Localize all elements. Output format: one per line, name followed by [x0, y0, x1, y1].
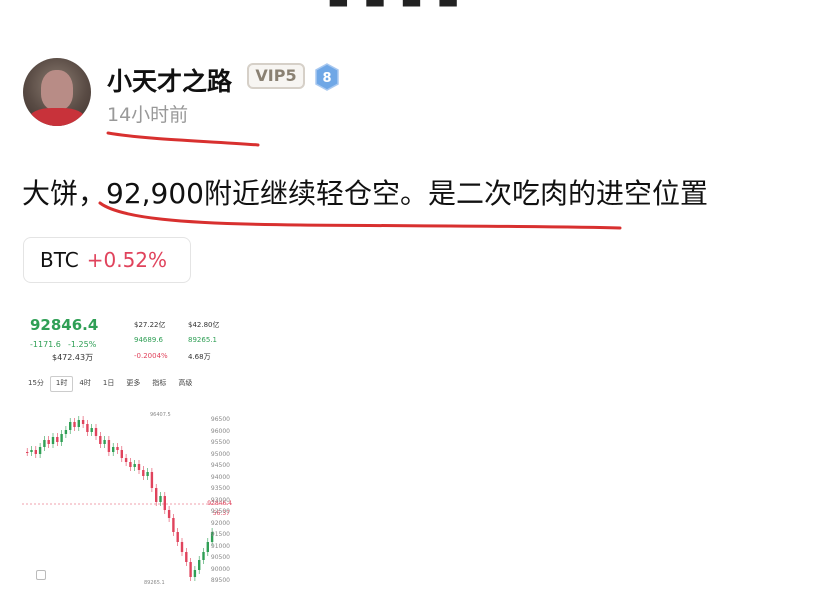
- candle-body: [64, 430, 68, 434]
- candle-body: [47, 440, 50, 444]
- y-axis-tick: 94000: [210, 473, 230, 481]
- level-badge-icon: 8: [313, 63, 341, 91]
- ticker-symbol: BTC: [40, 248, 79, 272]
- chart-timeframe-tabs: 15分 1时 4时 1日 更多 指标 高级: [22, 376, 234, 392]
- candle-body: [159, 496, 162, 502]
- chart-low-marker: 89265.1: [144, 580, 165, 586]
- candle-body: [99, 436, 102, 444]
- username[interactable]: 小天才之路: [107, 62, 232, 98]
- candle-body: [103, 440, 106, 444]
- candle-body: [137, 464, 141, 470]
- candle-body: [112, 447, 115, 452]
- candle-body: [133, 464, 136, 467]
- candle-body: [30, 450, 33, 452]
- avatar-face: [41, 70, 73, 110]
- candle-body: [189, 562, 192, 577]
- y-axis-tick: 92000: [210, 519, 230, 527]
- candle-body: [51, 437, 55, 444]
- candle-body: [69, 422, 72, 430]
- fullscreen-icon[interactable]: [36, 570, 46, 580]
- vip-badge: VIP5: [247, 63, 305, 89]
- y-axis-tick: 93500: [210, 485, 230, 492]
- avatar[interactable]: [23, 58, 91, 126]
- tab-1d[interactable]: 1日: [97, 376, 120, 392]
- tab-15m[interactable]: 15分: [22, 376, 50, 392]
- chart-stat-rate: -0.2004%: [134, 352, 168, 360]
- candle-body: [198, 560, 201, 570]
- timestamp: 14小时前: [107, 104, 189, 126]
- candle-body: [38, 447, 42, 454]
- y-axis-tick: 94500: [210, 462, 230, 469]
- candle-body: [155, 488, 158, 502]
- avatar-shirt: [29, 108, 85, 126]
- candle-body: [34, 450, 37, 454]
- y-axis-tick: 92500: [210, 508, 230, 515]
- y-axis-tick: 96500: [210, 416, 230, 423]
- y-axis-tick: 91000: [210, 542, 230, 550]
- chart-stat-market-cap: $42.80亿: [188, 321, 220, 329]
- y-axis-tick: 95500: [210, 439, 230, 446]
- candle-body: [90, 428, 93, 432]
- candle-body: [26, 452, 29, 453]
- y-axis-tick: 90000: [210, 565, 230, 573]
- y-axis-tick: 96000: [210, 427, 230, 435]
- candle-body: [107, 440, 111, 452]
- chart-change-abs: -1171.6: [30, 340, 61, 349]
- candle-body: [193, 570, 197, 577]
- candle-body: [167, 510, 171, 518]
- tab-indicators[interactable]: 指标: [146, 376, 172, 392]
- tab-1h[interactable]: 1时: [49, 376, 74, 392]
- candle-body: [172, 518, 175, 532]
- chart-volume-value: $472.43万: [52, 353, 94, 362]
- y-axis-tick: 95000: [210, 450, 230, 458]
- y-axis-tick: 90500: [210, 554, 230, 561]
- y-axis-tick: 89500: [210, 577, 230, 584]
- candle-body: [180, 542, 184, 552]
- ticker-change: +0.52%: [86, 248, 168, 272]
- chart-image-card[interactable]: 92846.4 -1171.6 -1.25% $472.43万 $27.22亿 …: [22, 312, 234, 592]
- chart-price: 92846.4: [30, 316, 99, 334]
- candle-body: [56, 437, 59, 442]
- candle-body: [116, 447, 119, 450]
- chart-high-marker: 96407.5: [150, 412, 171, 418]
- candlestick-chart: 96407.5 89265.1: [22, 412, 234, 586]
- candle-body: [146, 472, 149, 476]
- candle-body: [150, 472, 154, 488]
- candle-body: [185, 552, 188, 562]
- candle-body: [60, 434, 63, 442]
- ticker-chip-button[interactable]: BTC +0.52%: [23, 237, 191, 283]
- level-number: 8: [322, 71, 331, 86]
- candle-body: [124, 458, 128, 462]
- candle-body: [43, 440, 46, 447]
- post-text: 大饼，92,900附近继续轻仓空。是二次吃肉的进空位置: [22, 177, 708, 210]
- candle-body: [163, 496, 166, 510]
- y-axis-tick: 93000: [210, 496, 230, 504]
- chart-stat-low: 89265.1: [188, 336, 217, 344]
- candle-body: [202, 552, 205, 560]
- tab-advanced[interactable]: 高级: [172, 376, 198, 392]
- candle-body: [120, 450, 123, 458]
- candle-body: [77, 420, 80, 427]
- tab-more[interactable]: 更多: [120, 376, 146, 392]
- candle-body: [73, 422, 76, 427]
- chart-stat-open-interest: 4.68万: [188, 353, 211, 361]
- candle-body: [176, 532, 179, 542]
- chart-stat-high: 94689.6: [134, 336, 163, 344]
- tab-4h[interactable]: 4时: [73, 376, 96, 392]
- candle-body: [142, 470, 145, 476]
- candle-body: [94, 428, 98, 436]
- candle-body: [86, 424, 89, 432]
- y-axis-tick: 91500: [210, 531, 230, 538]
- candle-body: [129, 462, 132, 467]
- candle-body: [81, 420, 85, 424]
- top-cut-title: █ █ █ █: [330, 0, 500, 7]
- chart-change-pct: -1.25%: [68, 340, 97, 349]
- candle-body: [206, 542, 209, 552]
- chart-stat-amount: $27.22亿: [134, 321, 166, 329]
